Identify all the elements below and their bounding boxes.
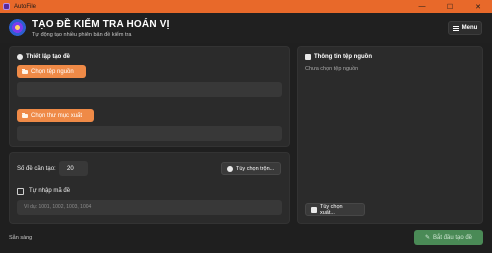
- export-icon: [311, 206, 317, 213]
- manual-code-checkbox[interactable]: [17, 188, 24, 195]
- hamburger-icon: [452, 25, 459, 31]
- shuffle-icon: [227, 165, 233, 172]
- page-title: TẠO ĐỀ KIỂM TRA HOÁN VỊ: [32, 19, 170, 30]
- folder-icon: [22, 68, 28, 74]
- choose-output-label: Chọn thư mục xuất: [31, 112, 83, 119]
- export-options-button[interactable]: Tùy chọn xuất...: [305, 203, 365, 216]
- status-text: Sẵn sàng: [9, 235, 33, 241]
- settings-title: Thiết lập tạo đề: [17, 54, 70, 60]
- export-options-label: Tùy chọn xuất...: [319, 203, 343, 216]
- code-input-placeholder: Ví dụ: 1001, 1002, 1003, 1004: [24, 204, 92, 210]
- count-label: Số đề cần tạo:: [17, 166, 56, 172]
- output-path-field[interactable]: [17, 126, 282, 141]
- shuffle-options-button[interactable]: Tùy chọn trộn...: [221, 162, 281, 175]
- source-info-empty-text: Chưa chọn tệp nguồn: [305, 66, 359, 72]
- app-logo-icon: [9, 19, 26, 36]
- shuffle-options-label: Tùy chọn trộn...: [236, 165, 275, 172]
- source-info-panel: [297, 46, 483, 224]
- source-path-field[interactable]: [17, 82, 282, 97]
- choose-source-label: Chọn tệp nguồn: [31, 68, 74, 75]
- settings-icon: [17, 54, 23, 60]
- start-button-label: Bắt đầu tạo đề: [432, 234, 473, 241]
- file-icon: [305, 54, 311, 60]
- pencil-icon: ✎: [424, 235, 430, 241]
- choose-output-button[interactable]: Chọn thư mục xuất: [17, 109, 94, 122]
- close-button[interactable]: ✕: [464, 0, 492, 13]
- maximize-button[interactable]: ☐: [436, 0, 464, 13]
- minimize-button[interactable]: —: [408, 0, 436, 13]
- settings-title-text: Thiết lập tạo đề: [26, 54, 71, 60]
- page-subtitle: Tự động tạo nhiều phiên bản đề kiểm tra: [32, 32, 132, 38]
- folder-icon: [22, 112, 28, 118]
- source-info-title-text: Thông tin tệp nguồn: [314, 54, 372, 60]
- source-info-title: Thông tin tệp nguồn: [305, 54, 372, 60]
- window-title: AutoFile: [14, 3, 37, 10]
- menu-button[interactable]: Menu: [448, 21, 482, 35]
- manual-code-label: Tự nhập mã đề: [29, 188, 71, 194]
- code-input[interactable]: Ví dụ: 1001, 1002, 1003, 1004: [17, 200, 282, 215]
- menu-button-label: Menu: [461, 25, 478, 31]
- choose-source-button[interactable]: Chọn tệp nguồn: [17, 65, 86, 78]
- count-input[interactable]: 20: [59, 161, 88, 176]
- start-button[interactable]: ✎ Bắt đầu tạo đề: [414, 230, 483, 245]
- app-icon: [3, 3, 10, 10]
